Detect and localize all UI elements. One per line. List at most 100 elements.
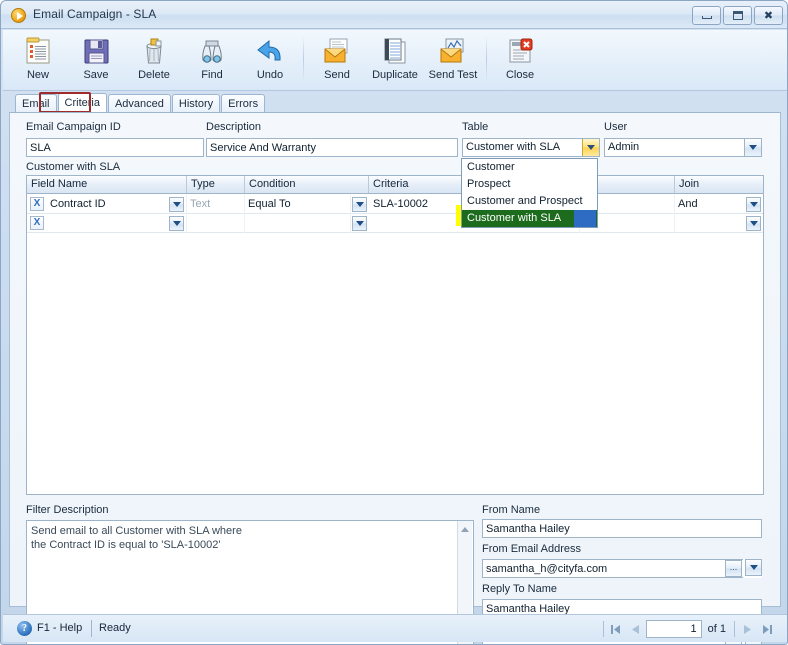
join-chevron-down-icon[interactable] <box>746 197 761 212</box>
toolbar-button-send[interactable]: Send <box>308 33 366 89</box>
user-combobox[interactable]: Admin <box>604 138 762 157</box>
toolbar-label-close: Close <box>505 69 535 81</box>
table-combobox[interactable]: Customer with SLA <box>462 138 600 157</box>
toolbar-label-new: New <box>26 69 49 81</box>
maximize-icon <box>732 11 743 20</box>
cell-type <box>187 214 245 233</box>
toolbar-separator-2 <box>486 36 487 82</box>
dropdown-option-prospect[interactable]: Prospect <box>462 176 597 193</box>
cell-field-name[interactable]: Contract ID <box>47 195 187 214</box>
toolbar-button-duplicate[interactable]: Duplicate <box>366 33 424 89</box>
toolbar-button-new[interactable]: New <box>9 33 67 89</box>
dropdown-option-customer-with-sla[interactable]: Customer with SLA <box>462 210 597 227</box>
reply-name-label: Reply To Name <box>482 583 557 595</box>
toolbar: New Save Delete Find Undo Send Duplicate… <box>3 30 787 91</box>
status-divider <box>91 620 92 637</box>
grid-header-condition[interactable]: Condition <box>245 176 369 193</box>
condition-chevron-down-icon[interactable] <box>352 197 367 212</box>
description-label: Description <box>206 121 262 133</box>
toolbar-label-find: Find <box>201 69 223 81</box>
toolbar-label-send: Send <box>324 69 350 81</box>
toolbar-button-find[interactable]: Find <box>183 33 241 89</box>
first-record-button[interactable] <box>606 619 626 639</box>
from-email-label: From Email Address <box>482 543 582 555</box>
user-combobox-value: Admin <box>608 141 640 153</box>
page-number-input[interactable]: 1 <box>645 620 702 638</box>
scroll-up-icon[interactable] <box>458 522 472 536</box>
user-combobox-chevron-down-icon[interactable] <box>744 139 761 156</box>
tab-errors[interactable]: Errors <box>221 94 266 112</box>
dropdown-option-customer[interactable]: Customer <box>462 159 597 176</box>
cell-join[interactable]: And <box>675 195 745 214</box>
cell-condition[interactable] <box>245 214 351 233</box>
undo-arrow-icon <box>254 36 286 67</box>
description-input[interactable] <box>206 138 458 157</box>
title-bar: Email Campaign - SLA ✖ <box>1 1 787 29</box>
table-label: Table <box>462 121 489 133</box>
dropdown-option-customer-and-prospect[interactable]: Customer and Prospect <box>462 193 597 210</box>
cell-join[interactable] <box>675 214 745 233</box>
page-count-label: of 1 <box>707 623 726 635</box>
group-caption: Customer with SLA <box>26 161 121 173</box>
grid-header-field-name[interactable]: Field Name <box>27 176 187 193</box>
criteria-grid: Field Name Type Condition Criteria Join … <box>26 175 764 495</box>
floppy-disk-icon <box>80 36 112 67</box>
tab-label-criteria: Criteria <box>64 97 100 109</box>
table-dropdown-list[interactable]: Customer Prospect Customer and Prospect … <box>461 158 598 228</box>
grid-header-join[interactable]: Join <box>675 176 764 193</box>
filter-description-label: Filter Description <box>26 504 109 516</box>
toolbar-button-save[interactable]: Save <box>67 33 125 89</box>
from-email-chevron-down-icon[interactable] <box>745 559 762 576</box>
close-button[interactable]: ✖ <box>754 6 783 25</box>
tab-history[interactable]: History <box>171 94 221 112</box>
toolbar-label-delete: Delete <box>138 69 170 81</box>
from-name-label: From Name <box>482 504 541 516</box>
toolbar-button-send-test[interactable]: Send Test <box>424 33 482 89</box>
envelope-test-icon <box>437 36 469 67</box>
table-row[interactable]: X Contract ID Text Equal To SLA-10002 An… <box>27 195 763 214</box>
campaign-id-input[interactable] <box>26 138 204 157</box>
join-chevron-down-icon[interactable] <box>746 216 761 231</box>
from-name-input[interactable] <box>482 519 762 538</box>
status-bar: ? F1 - Help Ready 1 of 1 <box>3 614 787 642</box>
help-text[interactable]: F1 - Help <box>37 622 82 634</box>
maximize-button[interactable] <box>723 6 752 25</box>
document-close-icon <box>504 36 536 67</box>
cell-field-name[interactable] <box>47 214 187 233</box>
grid-header-type[interactable]: Type <box>187 176 245 193</box>
tab-advanced[interactable]: Advanced <box>107 94 171 112</box>
window-controls: ✖ <box>692 6 783 25</box>
close-icon: ✖ <box>763 10 774 22</box>
from-email-input[interactable] <box>482 559 762 578</box>
toolbar-button-delete[interactable]: Delete <box>125 33 183 89</box>
minimize-button[interactable] <box>692 6 721 25</box>
tab-email[interactable]: Email <box>15 94 57 112</box>
tab-criteria[interactable]: Criteria <box>57 93 107 112</box>
last-record-button[interactable] <box>757 619 777 639</box>
user-label: User <box>604 121 628 133</box>
delete-row-icon[interactable]: X <box>30 197 44 211</box>
condition-chevron-down-icon[interactable] <box>352 216 367 231</box>
table-row[interactable]: X <box>27 214 763 233</box>
new-document-icon <box>22 36 54 67</box>
table-combobox-chevron-down-icon[interactable] <box>582 139 599 156</box>
toolbar-button-close[interactable]: Close <box>491 33 549 89</box>
cell-condition[interactable]: Equal To <box>245 195 351 214</box>
tab-label-history: History <box>178 97 214 110</box>
nav-divider-right <box>734 621 735 637</box>
field-name-chevron-down-icon[interactable] <box>169 197 184 212</box>
from-email-lookup-button[interactable]: ... <box>725 560 742 577</box>
toolbar-label-send-test: Send Test <box>428 69 478 81</box>
previous-record-button[interactable] <box>626 619 646 639</box>
application-window: Email Campaign - SLA ✖ New Save Delete F… <box>0 0 788 645</box>
next-record-button[interactable] <box>737 619 757 639</box>
field-name-chevron-down-icon[interactable] <box>169 216 184 231</box>
campaign-id-label: Email Campaign ID <box>26 121 121 133</box>
window-title: Email Campaign - SLA <box>33 7 157 21</box>
grid-header-row: Field Name Type Condition Criteria Join <box>27 176 763 194</box>
delete-row-icon[interactable]: X <box>30 216 44 230</box>
toolbar-button-undo[interactable]: Undo <box>241 33 299 89</box>
record-navigator: 1 of 1 <box>601 619 777 639</box>
tab-label-email: Email <box>22 97 50 110</box>
from-email-dropdown-button[interactable] <box>743 559 762 578</box>
